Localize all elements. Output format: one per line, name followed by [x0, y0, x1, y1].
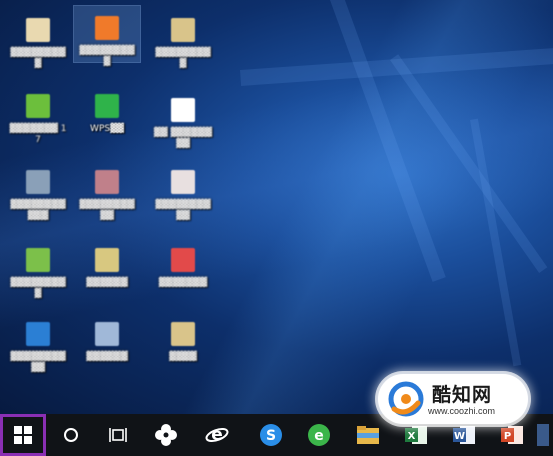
app-icon — [171, 248, 195, 272]
watermark-logo: 酷知网 www.coozhi.com — [378, 374, 528, 424]
fan-app-button[interactable] — [143, 414, 189, 456]
windows-logo-icon — [14, 426, 32, 444]
svg-text:W: W — [454, 431, 465, 442]
svg-text:P: P — [504, 431, 511, 442]
folder-icon — [357, 426, 379, 444]
desktop-icon[interactable]: ▓▓▓▓▓▓▓▓ ▓ — [5, 8, 71, 70]
desktop-icon[interactable]: ▓▓▓▓▓▓▓ — [150, 238, 216, 289]
pdf-icon — [171, 170, 195, 194]
app-icon — [26, 248, 50, 272]
desktop-icon[interactable]: ▓▓▓▓▓▓▓▓ ▓ — [5, 238, 71, 300]
app-icon — [95, 170, 119, 194]
app-icon — [95, 248, 119, 272]
powerpoint-icon: P — [501, 426, 523, 444]
desktop-icon-label: ▓▓▓▓▓▓▓▓▓▓ — [79, 200, 135, 221]
desktop-icon[interactable]: ▓▓▓▓▓▓▓ 17 — [5, 84, 71, 146]
app-icon — [26, 18, 50, 42]
watermark-brand: 酷知网 — [432, 384, 493, 406]
task-view-button[interactable] — [95, 414, 141, 456]
sogou-icon: S — [260, 424, 282, 446]
app-icon — [95, 94, 119, 118]
svg-text:e: e — [211, 425, 223, 445]
sogou-browser-button[interactable]: S — [248, 414, 294, 456]
partial-taskbar-item[interactable] — [537, 414, 553, 456]
desktop-icon[interactable]: ▓▓▓▓▓▓▓▓▓▓ — [74, 160, 140, 222]
desktop-icon-label: ▓▓▓▓ — [169, 352, 197, 362]
task-view-icon — [109, 428, 127, 442]
desktop-icon-label: ▓▓▓▓▓▓▓▓ ▓▓ — [10, 352, 66, 373]
desktop-icon[interactable]: ▓▓▓▓▓▓▓▓▓▓ — [150, 160, 216, 222]
app-icon — [26, 94, 50, 118]
desktop-icon-label: ▓▓▓▓▓▓ — [86, 278, 128, 288]
svg-text:e: e — [314, 428, 324, 444]
desktop-icon-label: WPS▓▓ — [90, 124, 124, 134]
circle-icon — [64, 428, 78, 442]
app-icon — [171, 322, 195, 346]
word-icon: W — [453, 426, 475, 444]
watermark-url: www.coozhi.com — [428, 406, 496, 416]
ie-icon: e — [205, 425, 229, 445]
internet-explorer-button[interactable]: e — [194, 414, 240, 456]
cortana-search-button[interactable] — [48, 414, 94, 456]
desktop-icon-label: ▓▓▓▓▓▓▓▓ ▓ — [10, 48, 66, 69]
app-icon — [26, 322, 50, 346]
desktop-icon[interactable]: WPS▓▓ — [74, 84, 140, 135]
360-browser-button[interactable]: e — [296, 414, 342, 456]
excel-icon: X — [405, 426, 427, 444]
coozhi-logo-icon — [388, 381, 424, 417]
desktop-icon-label: ▓▓▓▓▓▓▓ — [158, 278, 208, 288]
desktop-icon-label: ▓▓▓▓▓▓▓▓ ▓ — [10, 278, 66, 299]
app-icon — [26, 170, 50, 194]
desktop-icon[interactable]: ▓▓▓▓ — [150, 312, 216, 363]
desktop-icon-label: ▓▓▓▓▓▓▓▓ ▓▓▓ — [10, 200, 66, 221]
desktop-icon-label: ▓▓▓▓▓▓▓▓▓ — [79, 46, 135, 67]
app-icon — [171, 98, 195, 122]
app-icon — [171, 18, 195, 42]
desktop-icon[interactable]: ▓▓ ▓▓▓▓▓▓▓▓ — [150, 88, 216, 150]
360-browser-icon: e — [308, 424, 330, 446]
desktop-icon-label: ▓▓▓▓▓▓▓▓▓ — [155, 48, 211, 69]
desktop-icon[interactable]: ▓▓▓▓▓▓▓▓▓ — [150, 8, 216, 70]
start-button[interactable] — [0, 414, 46, 456]
desktop-icon-label: ▓▓▓▓▓▓▓▓▓▓ — [155, 200, 211, 221]
desktop-icon[interactable]: ▓▓▓▓▓▓▓▓▓ — [73, 5, 141, 67]
desktop-icon-label: ▓▓▓▓▓▓ — [86, 352, 128, 362]
svg-text:X: X — [408, 431, 416, 442]
desktop[interactable]: ▓▓▓▓▓▓▓▓ ▓ ▓▓▓▓▓▓▓▓▓ ▓▓▓▓▓▓▓▓▓ ▓▓▓▓▓▓▓ 1… — [0, 0, 553, 414]
desktop-icon[interactable]: ▓▓▓▓▓▓ — [74, 238, 140, 289]
desktop-icon[interactable]: ▓▓▓▓▓▓ — [74, 312, 140, 363]
app-icon — [95, 322, 119, 346]
desktop-icon[interactable]: ▓▓▓▓▓▓▓▓ ▓▓ — [5, 312, 71, 374]
file-explorer-button[interactable] — [345, 414, 391, 456]
desktop-icon-label: ▓▓▓▓▓▓▓ 17 — [9, 124, 67, 145]
desktop-icon[interactable]: ▓▓▓▓▓▓▓▓ ▓▓▓ — [5, 160, 71, 222]
svg-text:S: S — [266, 428, 276, 444]
desktop-icon-label: ▓▓ ▓▓▓▓▓▓▓▓ — [153, 128, 213, 149]
app-icon — [95, 16, 119, 40]
fan-icon — [155, 424, 177, 446]
